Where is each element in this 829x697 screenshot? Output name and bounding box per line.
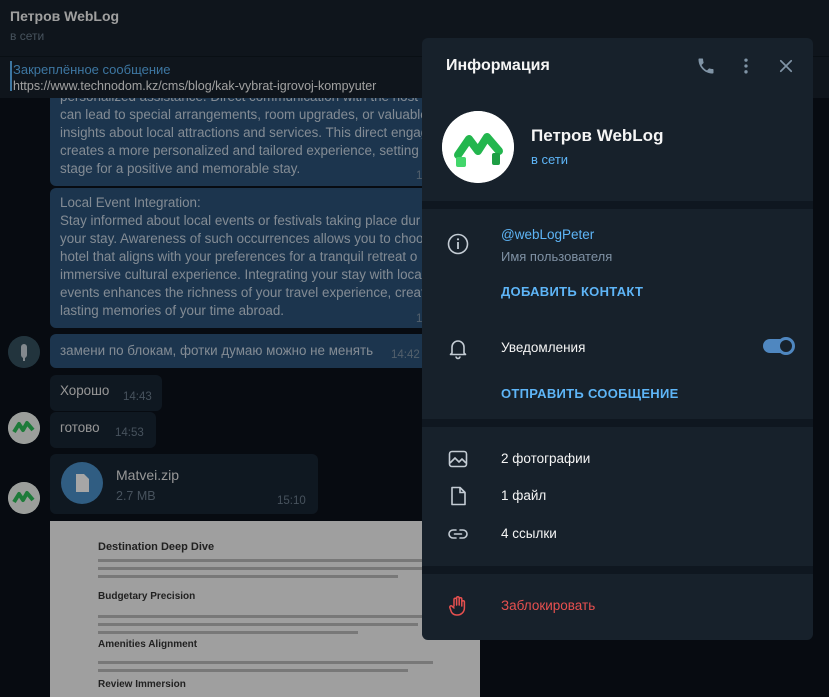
close-button[interactable] xyxy=(774,54,798,78)
block-user-button[interactable]: Заблокировать xyxy=(501,598,595,613)
more-button[interactable] xyxy=(734,54,758,78)
call-button[interactable] xyxy=(694,54,718,78)
send-message-button[interactable]: ОТПРАВИТЬ СООБЩЕНИЕ xyxy=(501,386,679,401)
link-icon xyxy=(446,522,470,546)
info-panel: Информация Петров WebLog в сети @webLogP… xyxy=(422,38,813,640)
bell-icon xyxy=(446,336,470,360)
username-link[interactable]: @webLogPeter xyxy=(501,227,594,242)
username-label: Имя пользователя xyxy=(501,249,613,264)
info-icon xyxy=(446,232,470,256)
photos-link[interactable]: 2 фотографии xyxy=(501,451,590,466)
file-icon xyxy=(446,484,470,508)
profile-status: в сети xyxy=(531,152,569,167)
profile-name: Петров WebLog xyxy=(531,126,664,145)
toggle-knob xyxy=(777,337,795,355)
hand-block-icon xyxy=(446,594,470,618)
files-link[interactable]: 1 файл xyxy=(501,488,546,503)
close-icon xyxy=(779,59,793,73)
profile-avatar[interactable] xyxy=(442,111,514,183)
notifications-label: Уведомления xyxy=(501,340,586,355)
section-divider xyxy=(422,419,813,427)
photo-icon xyxy=(446,447,470,471)
section-divider xyxy=(422,201,813,209)
section-divider xyxy=(422,566,813,574)
weblog-logo-icon xyxy=(442,111,514,183)
telegram-window: Петров WebLog в сети Закреплённое сообще… xyxy=(0,0,829,697)
panel-title: Информация xyxy=(446,57,550,74)
notifications-toggle[interactable] xyxy=(763,337,795,355)
add-contact-button[interactable]: ДОБАВИТЬ КОНТАКТ xyxy=(501,284,643,299)
links-link[interactable]: 4 ссылки xyxy=(501,526,557,541)
more-vertical-icon xyxy=(744,58,748,74)
phone-icon xyxy=(698,58,714,74)
